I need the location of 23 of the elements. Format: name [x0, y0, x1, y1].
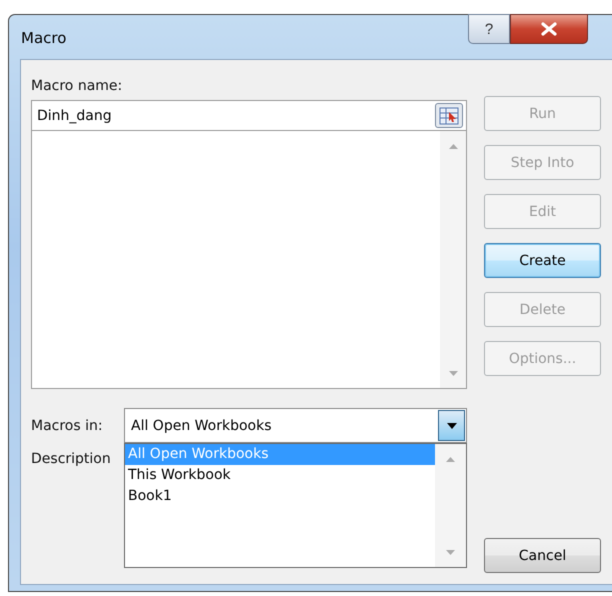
dropdown-option[interactable]: Book1 — [125, 486, 435, 507]
dialog-button[interactable]: Create — [484, 243, 601, 278]
window-title: Macro — [21, 29, 66, 47]
scroll-up-icon — [448, 144, 458, 149]
collapse-dialog-button[interactable] — [435, 103, 463, 128]
dropdown-option[interactable]: This Workbook — [125, 465, 435, 486]
scroll-down-icon — [448, 371, 458, 376]
close-button[interactable] — [510, 14, 588, 44]
range-select-icon — [439, 106, 459, 124]
macros-in-dropdown[interactable]: All Open Workbooks — [124, 408, 467, 443]
scroll-down-icon — [446, 550, 455, 555]
help-button[interactable]: ? — [468, 14, 510, 44]
dropdown-button[interactable] — [438, 410, 465, 441]
caret-icon — [446, 422, 456, 428]
macro-name-label: Macro name: — [31, 78, 124, 94]
cancel-button[interactable]: Cancel — [484, 538, 601, 573]
scrollbar[interactable] — [435, 444, 466, 567]
close-icon — [540, 22, 558, 36]
scrollbar[interactable] — [440, 131, 466, 388]
scroll-up-icon — [446, 457, 455, 462]
macros-in-label: Macros in: — [31, 418, 104, 434]
description-label: Description — [31, 451, 112, 467]
macro-name-field[interactable]: Dinh_dang — [31, 100, 467, 131]
